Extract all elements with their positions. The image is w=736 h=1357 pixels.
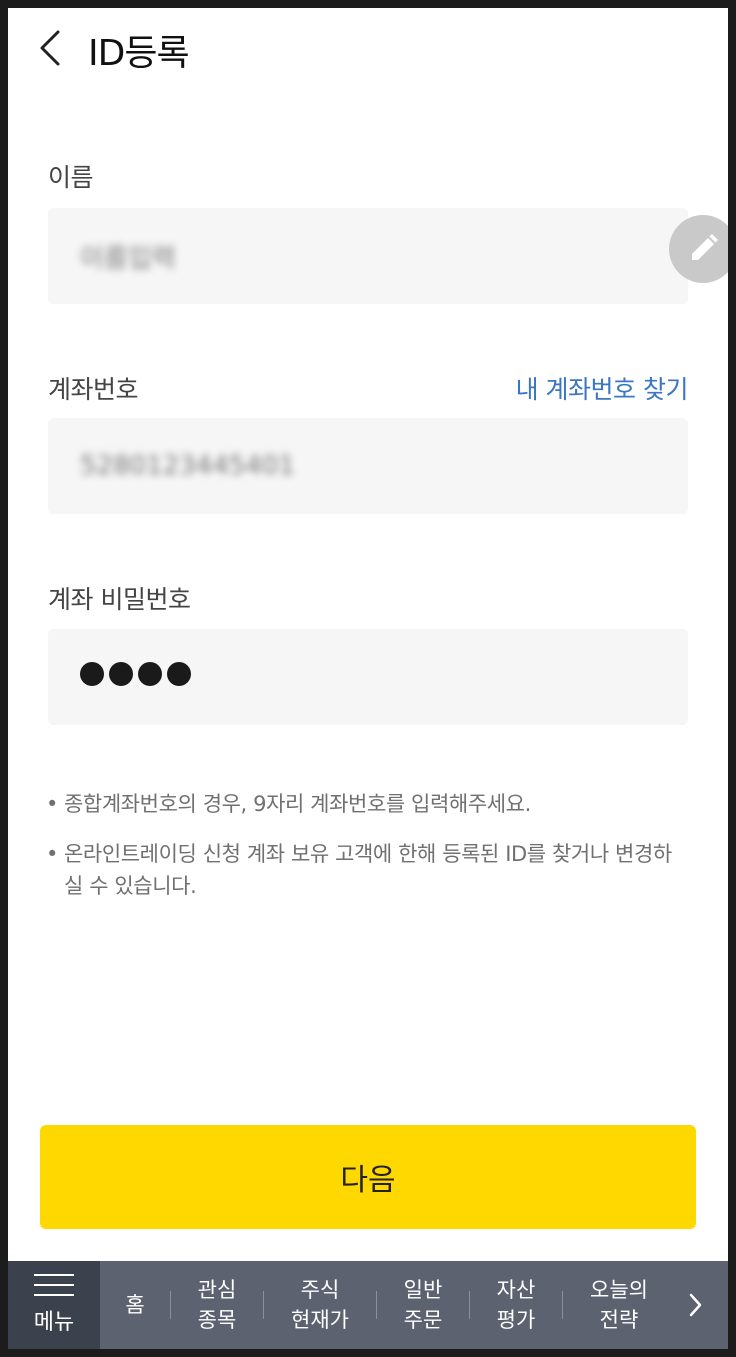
back-button[interactable] bbox=[34, 26, 74, 70]
account-field-box bbox=[48, 418, 688, 514]
account-label: 계좌번호 bbox=[48, 375, 139, 404]
page-title: ID등록 bbox=[88, 33, 190, 74]
password-dot bbox=[167, 662, 191, 686]
chevron-right-icon bbox=[689, 1293, 702, 1317]
app-screen: ID등록 이름 계좌번호 내 계좌번호 찾기 계좌 비밀번호 •종합계좌번호의 … bbox=[8, 8, 728, 1349]
note-item: • 종합계좌번호의 경우, 9자리 계좌번호를 입력해주세요. bbox=[46, 788, 686, 820]
bottom-nav: 메뉴 홈 관심 종목 주식 현재가 일반 주문 자산 평가 오늘의 전략 bbox=[8, 1261, 728, 1349]
nav-item[interactable]: 주식 현재가 bbox=[264, 1261, 376, 1349]
note-item: • 온라인트레이딩 신청 계좌 보유 고객에 한해 등록된 ID를 찾거나 변경하… bbox=[46, 838, 686, 902]
password-label: 계좌 비밀번호 bbox=[48, 585, 191, 614]
name-field-box bbox=[48, 208, 688, 304]
password-dots bbox=[80, 662, 191, 686]
account-input[interactable] bbox=[80, 418, 640, 514]
hamburger-icon bbox=[34, 1274, 74, 1296]
next-button[interactable]: 다음 bbox=[40, 1125, 696, 1229]
note-text: 종합계좌번호의 경우, 9자리 계좌번호를 입력해주세요. bbox=[64, 792, 531, 816]
nav-item[interactable]: 홈 bbox=[100, 1261, 170, 1349]
bullet-icon: • bbox=[46, 842, 58, 866]
notes-list: • 종합계좌번호의 경우, 9자리 계좌번호를 입력해주세요. • 온라인트레이딩 신… bbox=[46, 788, 686, 920]
chevron-left-icon bbox=[40, 30, 60, 66]
nav-item[interactable]: 오늘의 전략 bbox=[563, 1261, 675, 1349]
nav-menu-button[interactable]: 메뉴 bbox=[8, 1261, 100, 1349]
nav-item[interactable]: 관심 종목 bbox=[171, 1261, 263, 1349]
name-input[interactable] bbox=[80, 208, 640, 304]
password-dot bbox=[109, 662, 133, 686]
nav-item[interactable]: 자산 평가 bbox=[470, 1261, 562, 1349]
name-label: 이름 bbox=[48, 163, 94, 192]
edit-button[interactable] bbox=[669, 215, 728, 283]
nav-item[interactable]: 일반 주문 bbox=[377, 1261, 469, 1349]
pencil-icon bbox=[692, 234, 718, 260]
bullet-icon: • bbox=[46, 792, 58, 816]
header: ID등록 bbox=[8, 8, 728, 88]
nav-menu-label: 메뉴 bbox=[33, 1310, 75, 1335]
password-field-box[interactable] bbox=[48, 629, 688, 725]
password-dot bbox=[138, 662, 162, 686]
note-text: 온라인트레이딩 신청 계좌 보유 고객에 한해 등록된 ID를 찾거나 변경하실… bbox=[64, 842, 672, 898]
find-account-link[interactable]: 내 계좌번호 찾기 bbox=[516, 370, 689, 406]
password-dot bbox=[80, 662, 104, 686]
nav-more-button[interactable] bbox=[675, 1261, 715, 1349]
